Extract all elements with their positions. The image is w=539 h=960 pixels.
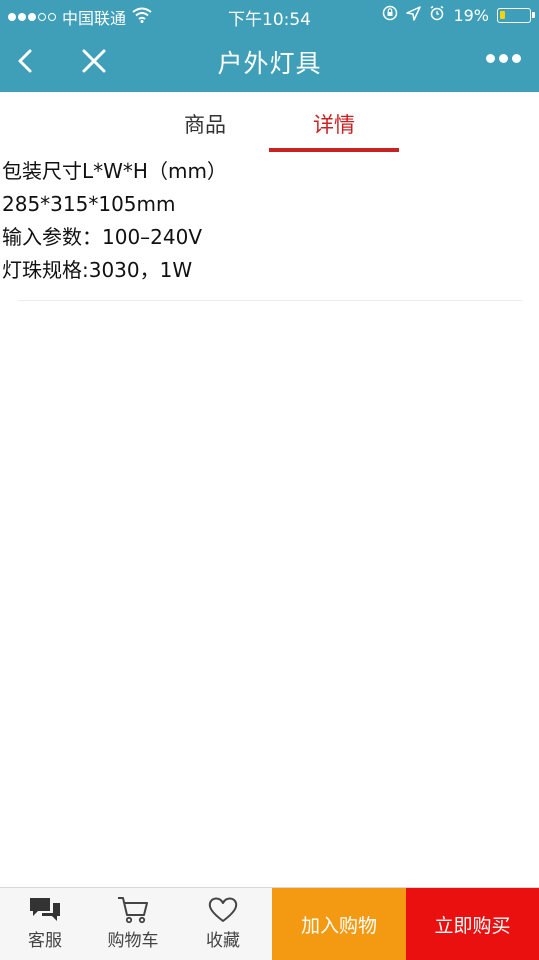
heart-icon (208, 897, 238, 922)
chat-bubbles-icon (30, 898, 60, 921)
tab-goods[interactable]: 商品 (170, 109, 240, 139)
favorite-label: 收藏 (206, 931, 240, 951)
detail-line-dimensions: 285*315*105mm (2, 192, 176, 216)
content-divider (18, 300, 522, 301)
detail-line-package-size: 包装尺寸L*W*H（mm） (2, 159, 227, 183)
tab-bar: 商品 详情 (0, 92, 539, 154)
detail-line-input: 输入参数：100–240V (2, 225, 203, 249)
cart-icon (118, 897, 148, 924)
cart-label: 购物车 (107, 931, 159, 951)
status-bar: 中国联通 下午10:54 19% (0, 0, 539, 30)
active-tab-indicator (269, 148, 399, 152)
customer-service-button[interactable]: 客服 (16, 894, 74, 951)
more-button[interactable] (486, 54, 521, 63)
bottom-toolbar: 客服 购物车 收藏 加入购物 立即购买 (0, 887, 539, 960)
buy-now-button[interactable]: 立即购买 (406, 888, 539, 960)
tab-details[interactable]: 详情 (270, 109, 398, 139)
nav-bar: 户外灯具 (0, 30, 539, 92)
rotation-lock-icon (382, 5, 398, 25)
alarm-icon (429, 5, 445, 25)
add-to-cart-button[interactable]: 加入购物 (272, 888, 406, 960)
detail-line-led-spec: 灯珠规格:3030，1W (2, 258, 193, 282)
buy-now-label: 立即购买 (434, 915, 511, 937)
status-right: 19% (382, 5, 535, 25)
more-dots-icon (486, 54, 495, 63)
page-title: 户外灯具 (217, 49, 322, 78)
battery-icon (497, 7, 535, 23)
product-details: 包装尺寸L*W*H（mm） 285*315*105mm 输入参数：100–240… (2, 155, 532, 287)
add-to-cart-label: 加入购物 (300, 915, 377, 937)
cart-button[interactable]: 购物车 (100, 894, 166, 951)
customer-service-label: 客服 (28, 931, 62, 951)
battery-percent: 19% (453, 5, 489, 25)
favorite-button[interactable]: 收藏 (198, 894, 248, 951)
location-arrow-icon (406, 5, 422, 25)
